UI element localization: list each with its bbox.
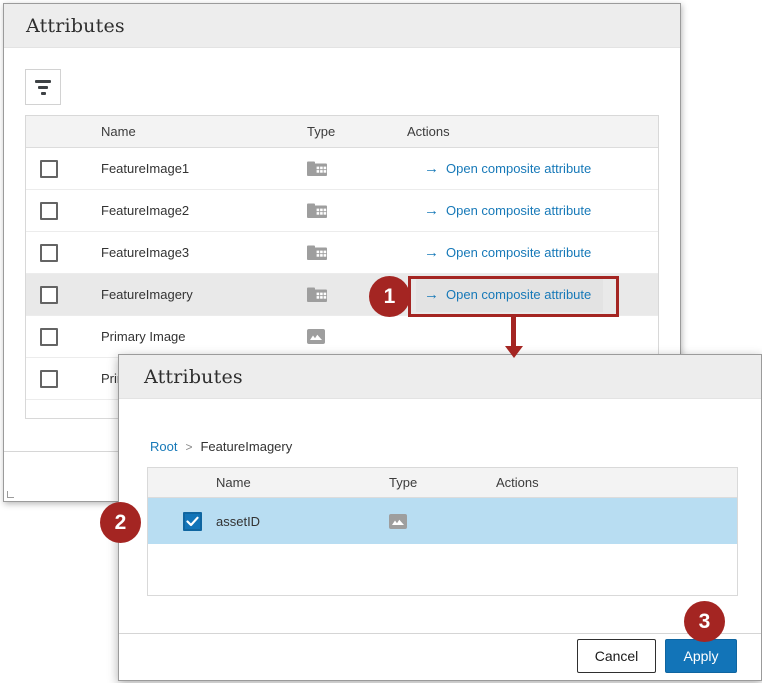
composite-type-icon bbox=[307, 203, 327, 218]
step1-arrow bbox=[511, 317, 516, 347]
table-row: Primary Image bbox=[26, 316, 658, 358]
table-row: FeatureImage3 → Open composite attribute bbox=[26, 232, 658, 274]
row-checkbox[interactable] bbox=[40, 202, 58, 220]
arrow-right-icon: → bbox=[424, 245, 439, 260]
image-type-icon bbox=[389, 514, 407, 529]
type-column-header: Type bbox=[307, 124, 407, 139]
filter-button[interactable] bbox=[25, 69, 61, 105]
attribute-name: assetID bbox=[216, 514, 389, 529]
screenshot-canvas: Attributes Name Type Actions FeatureImag… bbox=[0, 0, 762, 683]
resize-grip-icon[interactable] bbox=[7, 491, 14, 498]
link-label: Open composite attribute bbox=[446, 203, 591, 218]
table-row: FeatureImage1 → Open composite attribute bbox=[26, 148, 658, 190]
composite-type-icon bbox=[307, 161, 327, 176]
attribute-name: FeatureImage1 bbox=[101, 161, 307, 176]
table-header-row: Name Type Actions bbox=[26, 116, 658, 148]
breadcrumb: Root > FeatureImagery bbox=[150, 439, 292, 454]
attribute-name: FeatureImage2 bbox=[101, 203, 307, 218]
link-label: Open composite attribute bbox=[446, 161, 591, 176]
row-checkbox[interactable] bbox=[40, 160, 58, 178]
composite-attributes-dialog: Attributes Root > FeatureImagery Name Ty… bbox=[118, 354, 762, 681]
attribute-name: FeatureImagery bbox=[101, 287, 307, 302]
dialog-header: Attributes bbox=[4, 4, 680, 48]
step-badge-1: 1 bbox=[369, 276, 410, 317]
row-checkbox[interactable] bbox=[40, 244, 58, 262]
composite-attributes-table: Name Type Actions assetID bbox=[147, 467, 738, 596]
dialog-title: Attributes bbox=[119, 366, 243, 388]
name-column-header: Name bbox=[101, 124, 307, 139]
check-icon bbox=[186, 516, 199, 527]
actions-column-header: Actions bbox=[407, 124, 658, 139]
dialog-header: Attributes bbox=[119, 355, 761, 399]
table-row-assetid-selected: assetID bbox=[148, 498, 737, 544]
actions-column-header: Actions bbox=[496, 475, 737, 490]
breadcrumb-root-link[interactable]: Root bbox=[150, 439, 177, 454]
table-header-row: Name Type Actions bbox=[148, 468, 737, 498]
row-checkbox[interactable] bbox=[40, 286, 58, 304]
table-row: FeatureImage2 → Open composite attribute bbox=[26, 190, 658, 232]
breadcrumb-separator: > bbox=[185, 440, 192, 454]
link-label: Open composite attribute bbox=[446, 245, 591, 260]
name-column-header: Name bbox=[216, 475, 389, 490]
type-column-header: Type bbox=[389, 475, 496, 490]
row-checkbox[interactable] bbox=[40, 370, 58, 388]
open-composite-attribute-link[interactable]: → Open composite attribute bbox=[424, 245, 591, 260]
open-composite-attribute-link[interactable]: → Open composite attribute bbox=[424, 203, 591, 218]
arrow-right-icon: → bbox=[424, 203, 439, 218]
breadcrumb-current: FeatureImagery bbox=[200, 439, 292, 454]
arrow-right-icon: → bbox=[424, 161, 439, 176]
composite-type-icon bbox=[307, 245, 327, 260]
cancel-button[interactable]: Cancel bbox=[577, 639, 656, 673]
row-checkbox[interactable] bbox=[40, 328, 58, 346]
step1-arrow-head-icon bbox=[505, 346, 523, 358]
row-checkbox-checked[interactable] bbox=[183, 512, 202, 531]
step1-highlight-box bbox=[408, 276, 619, 317]
attribute-name: Primary Image bbox=[101, 329, 307, 344]
filter-icon bbox=[35, 80, 51, 95]
attribute-name: FeatureImage3 bbox=[101, 245, 307, 260]
dialog-title: Attributes bbox=[4, 15, 125, 37]
apply-button[interactable]: Apply bbox=[665, 639, 737, 673]
footer-divider bbox=[119, 633, 761, 634]
open-composite-attribute-link[interactable]: → Open composite attribute bbox=[424, 161, 591, 176]
image-type-icon bbox=[307, 329, 325, 344]
composite-type-icon bbox=[307, 287, 327, 302]
step-badge-3: 3 bbox=[684, 601, 725, 642]
step-badge-2: 2 bbox=[100, 502, 141, 543]
